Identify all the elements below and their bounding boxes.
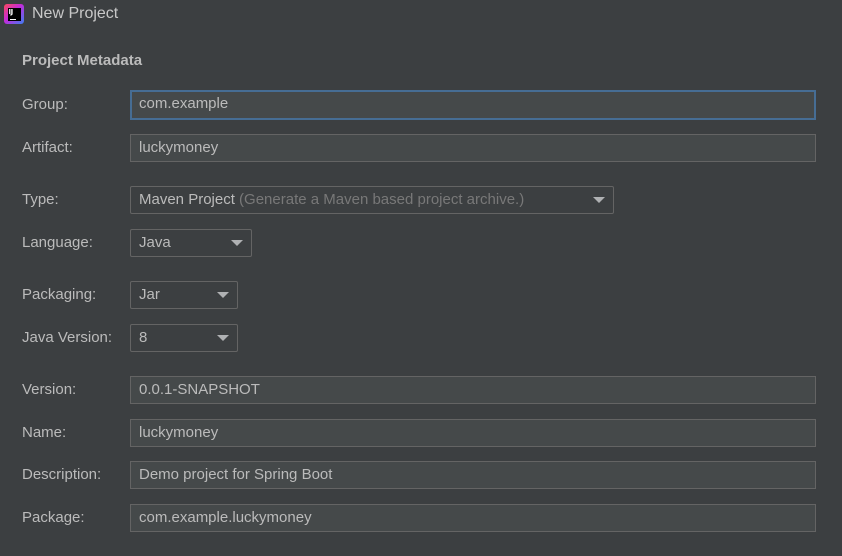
packaging-select-value: Jar [139, 286, 160, 303]
artifact-label: Artifact: [22, 139, 73, 156]
chevron-down-icon [231, 240, 243, 246]
chevron-down-icon [217, 292, 229, 298]
java-version-select[interactable]: 8 [130, 324, 238, 352]
type-select-hint: (Generate a Maven based project archive.… [239, 191, 525, 208]
new-project-dialog: IJ New Project Project Metadata Group: c… [0, 0, 842, 556]
group-input[interactable]: com.example [130, 90, 816, 120]
type-select-value: Maven Project [139, 191, 235, 208]
package-input[interactable]: com.example.luckymoney [130, 504, 816, 532]
chevron-down-icon [593, 197, 605, 203]
type-select[interactable]: Maven Project (Generate a Maven based pr… [130, 186, 614, 214]
language-select[interactable]: Java [130, 229, 252, 257]
package-label: Package: [22, 509, 85, 526]
name-label: Name: [22, 424, 67, 441]
intellij-idea-icon: IJ [4, 4, 24, 24]
artifact-input[interactable]: luckymoney [130, 134, 816, 162]
java-version-label: Java Version: [22, 329, 113, 346]
language-label: Language: [22, 234, 93, 251]
chevron-down-icon [217, 335, 229, 341]
type-label: Type: [22, 191, 59, 208]
language-select-value: Java [139, 234, 171, 251]
description-input[interactable]: Demo project for Spring Boot [130, 461, 816, 489]
window-title: New Project [32, 5, 119, 22]
java-version-select-value: 8 [139, 329, 148, 346]
packaging-select[interactable]: Jar [130, 281, 238, 309]
version-label: Version: [22, 381, 77, 398]
version-input[interactable]: 0.0.1-SNAPSHOT [130, 376, 816, 404]
packaging-label: Packaging: [22, 286, 97, 303]
name-input[interactable]: luckymoney [130, 419, 816, 447]
title-bar: IJ New Project [0, 0, 842, 30]
description-label: Description: [22, 466, 102, 483]
group-label: Group: [22, 96, 68, 113]
section-title: Project Metadata [22, 52, 143, 69]
